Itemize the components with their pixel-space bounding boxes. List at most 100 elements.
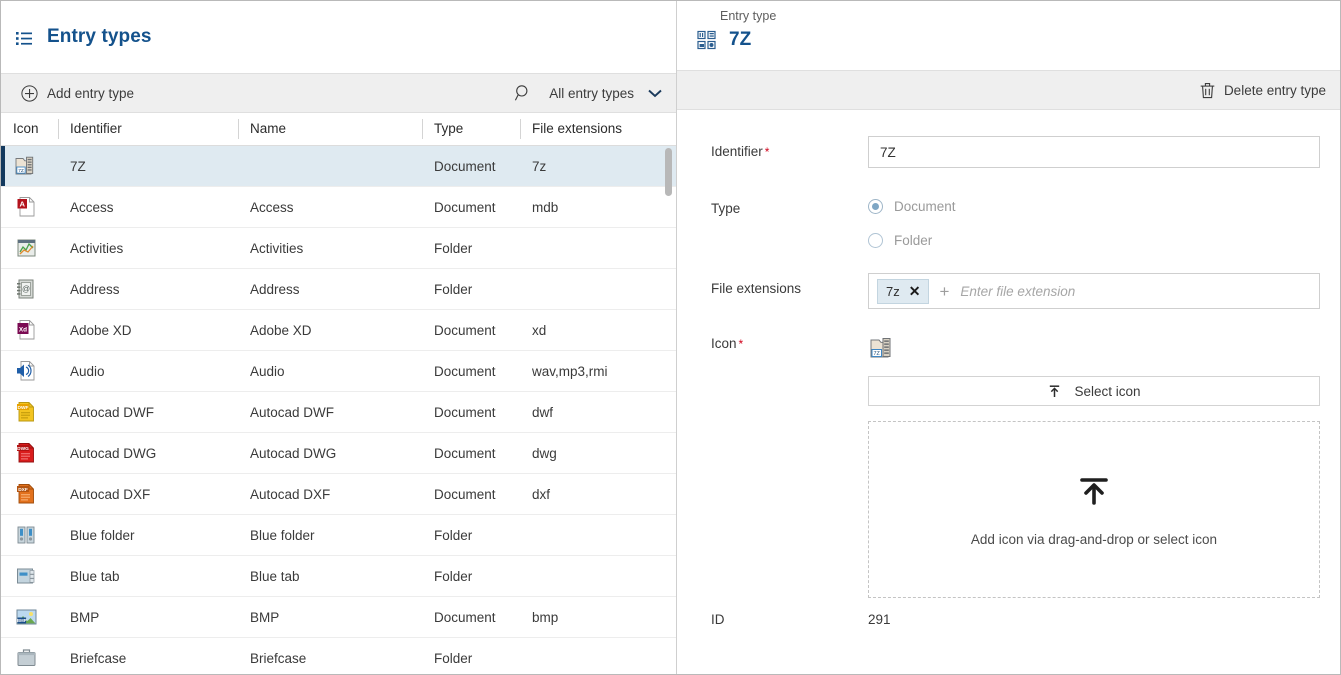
row-file-extensions: dwg [532,445,557,461]
radio-option-folder[interactable]: Folder [868,227,1320,253]
row-identifier: BMP [70,609,100,625]
remove-file-extension-icon[interactable]: ✕ [909,284,921,298]
table-row[interactable]: @ Address Address Folder [1,269,676,310]
field-file-extensions: File extensions 7z ✕ + Enter file extens… [711,273,1320,309]
svg-text:@: @ [22,285,30,294]
field-id: ID 291 [711,612,1320,627]
add-entry-type-button[interactable]: Add entry type [21,74,134,112]
row-name: BMP [250,609,280,625]
table-row[interactable]: DXF Autocad DXF Autocad DXF Document dxf [1,474,676,515]
detail-title-row: 7Z [697,29,1340,51]
row-file-extensions: 7z [532,158,547,174]
column-header-name[interactable]: Name [238,119,422,139]
identifier-input[interactable] [868,136,1320,168]
field-icon: Icon * 7Z Select icon Add icon via drag-… [711,333,1320,598]
upload-icon [1075,472,1113,510]
row-identifier: Blue tab [70,568,120,584]
radio-option-document[interactable]: Document [868,193,1320,219]
row-identifier: Autocad DXF [70,486,151,502]
column-header-icon[interactable]: Icon [1,120,58,138]
row-file-extensions: bmp [532,609,559,625]
row-type: Document [434,363,496,379]
plus-circle-icon [21,84,38,102]
table-row[interactable]: BMP BMP BMP Document bmp [1,597,676,638]
add-file-extension-icon[interactable]: + [939,283,949,300]
entry-types-table: Icon Identifier Name Type File extension… [1,113,676,674]
table-row[interactable]: Audio Audio Document wav,mp3,rmi [1,351,676,392]
select-icon-button[interactable]: Select icon [868,376,1320,406]
bmp-image-icon: BMP [1,606,58,628]
entry-type-detail-pane: Entry type 7Z Delete entry type Identifi… [677,1,1340,674]
entry-types-list-pane: Entry types Add entry type All entry typ… [1,1,677,674]
row-identifier: Adobe XD [70,322,132,338]
row-identifier: Autocad DWG [70,445,157,461]
list-scrollbar-thumb[interactable] [665,148,672,196]
row-identifier: Briefcase [70,650,127,666]
adobe-xd-document-icon: Xd [1,319,58,341]
table-row[interactable]: Activities Activities Folder [1,228,676,269]
svg-text:A: A [19,200,25,209]
list-scrollbar-track[interactable] [665,146,672,674]
column-header-identifier[interactable]: Identifier [58,119,238,139]
upload-icon [1047,384,1062,399]
file-extension-chip[interactable]: 7z ✕ [877,278,930,304]
add-entry-type-label: Add entry type [47,85,135,101]
row-type: Document [434,609,496,625]
table-row[interactable]: Blue folder Blue folder Folder [1,515,676,556]
file-extensions-chipbox[interactable]: 7z ✕ + Enter file extension [868,273,1320,309]
row-identifier: Activities [70,240,124,256]
row-file-extensions: wav,mp3,rmi [532,363,608,379]
table-row[interactable]: Blue tab Blue tab Folder [1,556,676,597]
list-toolbar: Add entry type All entry types [1,73,676,113]
file-extension-chip-label: 7z [886,283,900,299]
search-icon[interactable] [514,84,532,102]
left-pane-header: Entry types [1,1,676,73]
file-extensions-placeholder: Enter file extension [960,283,1076,299]
svg-text:BMP: BMP [17,618,27,623]
identifier-label: Identifier * [711,136,868,159]
radio-document-label: Document [894,198,956,214]
row-type: Folder [434,527,473,543]
table-row[interactable]: A Access Access Document mdb [1,187,676,228]
row-type: Document [434,404,496,420]
row-identifier: 7Z [70,158,86,174]
blue-folder-binders-icon [1,524,58,546]
table-row[interactable]: 7Z 7Z Document 7z [1,146,676,187]
table-row[interactable]: Xd Adobe XD Adobe XD Document xd [1,310,676,351]
table-row[interactable]: DWF Autocad DWF Autocad DWF Document dwf [1,392,676,433]
row-type: Folder [434,650,473,666]
autocad-dxf-icon: DXF [1,483,58,505]
row-name: Blue folder [250,527,315,543]
icon-dropzone[interactable]: Add icon via drag-and-drop or select ico… [868,421,1320,598]
svg-text:Xd: Xd [19,327,27,334]
address-book-icon: @ [1,278,58,300]
row-type: Document [434,199,496,215]
row-type: Document [434,445,496,461]
detail-header: Entry type 7Z [677,1,1340,70]
access-document-icon: A [1,196,58,218]
svg-text:DWF: DWF [18,405,29,411]
type-control: Document Folder [868,193,1320,253]
page-title: Entry types [47,26,152,47]
table-row[interactable]: Briefcase Briefcase Folder [1,638,676,674]
column-header-file-extensions[interactable]: File extensions [520,119,676,139]
row-name: Access [250,199,294,215]
identifier-required-marker: * [764,145,770,159]
7z-archive-folder-icon: 7Z [868,333,898,363]
delete-entry-type-button[interactable]: Delete entry type [1200,71,1326,109]
entry-type-grid-icon [697,30,717,50]
table-row[interactable]: DWG Autocad DWG Autocad DWG Document dwg [1,433,676,474]
toolbar-right-group: All entry types [514,84,662,102]
entry-type-filter-select[interactable]: All entry types [549,86,662,101]
type-label: Type [711,201,741,216]
detail-kicker: Entry type [720,9,777,23]
column-header-type[interactable]: Type [422,119,520,139]
row-name: Briefcase [250,650,307,666]
trash-icon [1200,82,1215,99]
row-name: Autocad DWF [250,404,335,420]
chevron-down-icon [648,89,662,98]
radio-folder-label: Folder [894,232,933,248]
autocad-dwg-icon: DWG [1,442,58,464]
7z-archive-folder-icon: 7Z [1,155,58,177]
row-identifier: Access [70,199,114,215]
